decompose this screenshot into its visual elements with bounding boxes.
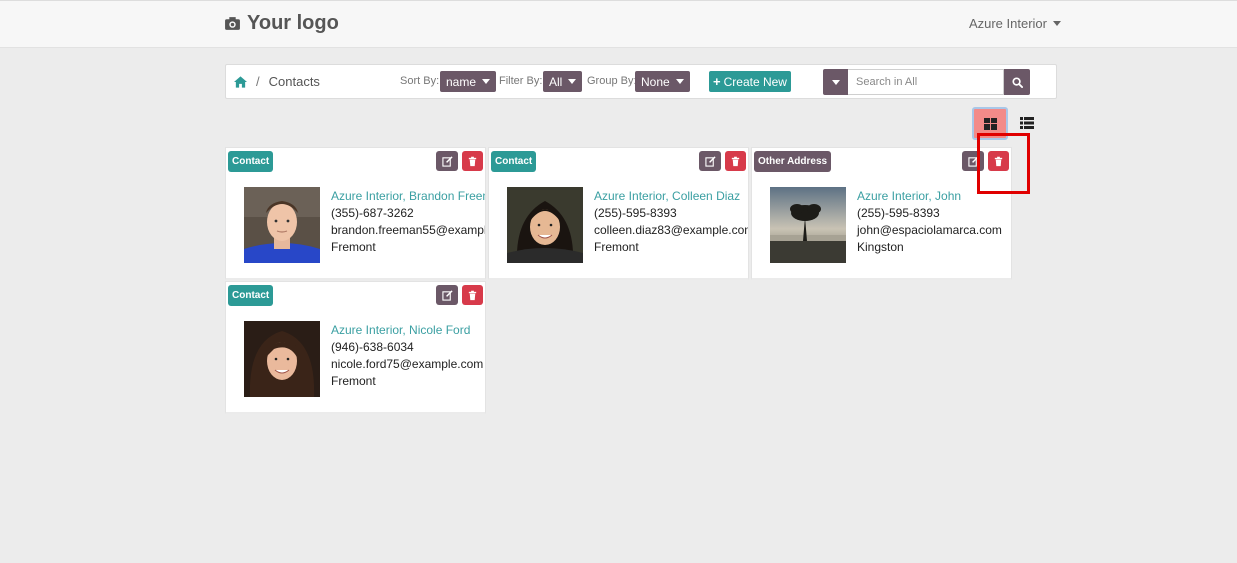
delete-button[interactable] <box>462 285 483 305</box>
contact-email: nicole.ford75@example.com <box>331 357 484 371</box>
delete-button[interactable] <box>725 151 746 171</box>
contact-type-badge: Contact <box>491 151 537 172</box>
contact-name-link[interactable]: Azure Interior, Brandon Freeman <box>331 188 485 205</box>
search-input[interactable] <box>848 69 1004 95</box>
contact-type-badge: Other Address <box>754 151 832 172</box>
breadcrumb-separator: / <box>256 74 260 89</box>
group-by-value: None <box>641 74 670 89</box>
sort-by-dropdown[interactable]: name <box>440 71 497 92</box>
contact-email: colleen.diaz83@example.com <box>594 223 749 237</box>
search-icon <box>1011 76 1023 88</box>
grid-icon <box>983 117 997 130</box>
chevron-down-icon <box>831 79 840 85</box>
trash-icon <box>731 156 740 166</box>
trash-icon <box>468 290 477 300</box>
sort-by-label: Sort By: <box>400 75 440 87</box>
contact-city: Fremont <box>594 240 639 254</box>
filter-by-value: All <box>549 74 563 89</box>
group-by-label: Group By: <box>587 75 637 87</box>
contact-avatar <box>244 187 320 263</box>
contact-info: Azure Interior, John (255)-595-8393 john… <box>857 188 1011 256</box>
contact-phone: (946)-638-6034 <box>331 340 414 354</box>
trash-icon <box>468 156 477 166</box>
control-panel: / Contacts Sort By: name Filter By: All … <box>225 64 1057 99</box>
contact-avatar <box>244 321 320 397</box>
highlight-box <box>977 133 1030 194</box>
contact-info: Azure Interior, Brandon Freeman (355)-68… <box>331 188 485 256</box>
delete-button[interactable] <box>462 151 483 171</box>
chevron-down-icon <box>482 79 491 84</box>
search-filter-dropdown[interactable] <box>823 69 848 95</box>
chevron-down-icon <box>675 79 684 84</box>
contact-card[interactable]: Other Address Azure Interior, John (255)… <box>751 147 1012 280</box>
contact-card[interactable]: Contact Azure Interior, Brandon Freeman … <box>225 147 486 280</box>
contact-city: Fremont <box>331 374 376 388</box>
breadcrumb: / Contacts <box>234 74 320 89</box>
chevron-down-icon <box>568 79 577 84</box>
company-switcher[interactable]: Azure Interior <box>969 16 1061 31</box>
breadcrumb-current: Contacts <box>268 74 320 89</box>
contact-type-badge: Contact <box>228 151 274 172</box>
contact-phone: (255)-595-8393 <box>594 206 677 220</box>
create-new-button[interactable]: + Create New <box>709 71 791 92</box>
contact-email: john@espaciolamarca.com <box>857 223 1002 237</box>
list-icon <box>1020 117 1034 129</box>
contact-city: Fremont <box>331 240 376 254</box>
contact-avatar <box>507 187 583 263</box>
camera-icon <box>225 17 240 30</box>
contact-phone: (255)-595-8393 <box>857 206 940 220</box>
contact-info: Azure Interior, Nicole Ford (946)-638-60… <box>331 322 485 390</box>
edit-icon <box>441 155 453 167</box>
logo[interactable]: Your logo <box>224 12 339 35</box>
filter-by-label: Filter By: <box>499 75 543 87</box>
contact-city: Kingston <box>857 240 904 254</box>
contact-type-badge: Contact <box>228 285 274 306</box>
contact-name-link[interactable]: Azure Interior, Colleen Diaz <box>594 188 748 205</box>
search-button[interactable] <box>1004 69 1030 95</box>
edit-icon <box>441 289 453 301</box>
contact-card[interactable]: Contact Azure Interior, Colleen Diaz (25… <box>488 147 749 280</box>
create-new-label: Create New <box>723 74 787 89</box>
contact-avatar <box>770 187 846 263</box>
contact-phone: (355)-687-3262 <box>331 206 414 220</box>
contact-email: brandon.freeman55@example.com <box>331 223 485 237</box>
contact-card[interactable]: Contact Azure Interior, Nicole Ford (946… <box>225 281 486 414</box>
edit-button[interactable] <box>436 151 458 171</box>
plus-icon: + <box>713 74 721 89</box>
home-icon[interactable] <box>234 75 247 88</box>
chevron-down-icon <box>1053 21 1061 26</box>
edit-icon <box>704 155 716 167</box>
edit-button[interactable] <box>699 151 721 171</box>
contact-name-link[interactable]: Azure Interior, Nicole Ford <box>331 322 485 339</box>
contact-info: Azure Interior, Colleen Diaz (255)-595-8… <box>594 188 749 256</box>
filter-by-dropdown[interactable]: All <box>543 71 583 92</box>
group-by-dropdown[interactable]: None <box>635 71 690 92</box>
list-view-button[interactable] <box>1017 113 1037 133</box>
edit-button[interactable] <box>436 285 458 305</box>
sort-by-value: name <box>446 74 477 89</box>
logo-text: Your logo <box>247 12 339 34</box>
company-name: Azure Interior <box>968 16 1047 31</box>
top-navbar: Your logo Azure Interior <box>0 0 1237 48</box>
